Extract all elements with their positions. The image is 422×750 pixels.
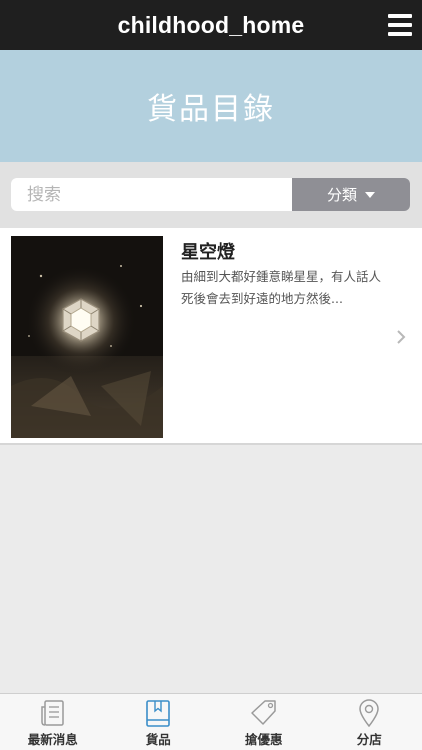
category-label: 分類: [326, 186, 357, 204]
product-description: 由細到大都好鍾意睇星星，有人話人死後會去到好遠的地方然後...: [181, 269, 382, 306]
search-input[interactable]: [11, 178, 292, 211]
category-dropdown-button[interactable]: 分類: [292, 178, 410, 211]
search-bar: 分類: [0, 162, 422, 228]
app-title: childhood_home: [117, 11, 305, 38]
tab-news[interactable]: 最新消息: [0, 694, 106, 750]
caret-down-icon: [365, 191, 375, 198]
tab-label: 搶優惠: [244, 732, 283, 747]
page-title: 貨品目錄: [147, 92, 275, 127]
tab-label: 分店: [356, 732, 382, 747]
product-list-item[interactable]: 星空燈 由細到大都好鍾意睇星星，有人話人死後會去到好遠的地方然後...: [0, 228, 422, 445]
newspaper-icon: [41, 700, 64, 726]
chevron-right-icon: [397, 330, 406, 344]
tab-label: 貨品: [145, 732, 171, 747]
page-banner: 貨品目錄: [0, 50, 422, 162]
tab-deals[interactable]: 搶優惠: [211, 694, 317, 750]
tab-products[interactable]: 貨品: [106, 694, 212, 750]
product-thumbnail: [11, 236, 163, 438]
tag-icon: [251, 700, 276, 725]
tab-branches[interactable]: 分店: [317, 694, 422, 750]
top-bar: childhood_home: [0, 0, 422, 50]
bottom-tab-bar: 最新消息 貨品 搶優惠 分店: [0, 693, 422, 750]
app-screen: childhood_home 貨品目錄 分類: [0, 0, 422, 750]
product-name: 星空燈: [181, 242, 235, 263]
tab-label: 最新消息: [27, 732, 78, 747]
book-icon: [146, 700, 171, 727]
map-pin-icon: [359, 699, 380, 728]
hamburger-menu-icon[interactable]: [388, 14, 412, 36]
